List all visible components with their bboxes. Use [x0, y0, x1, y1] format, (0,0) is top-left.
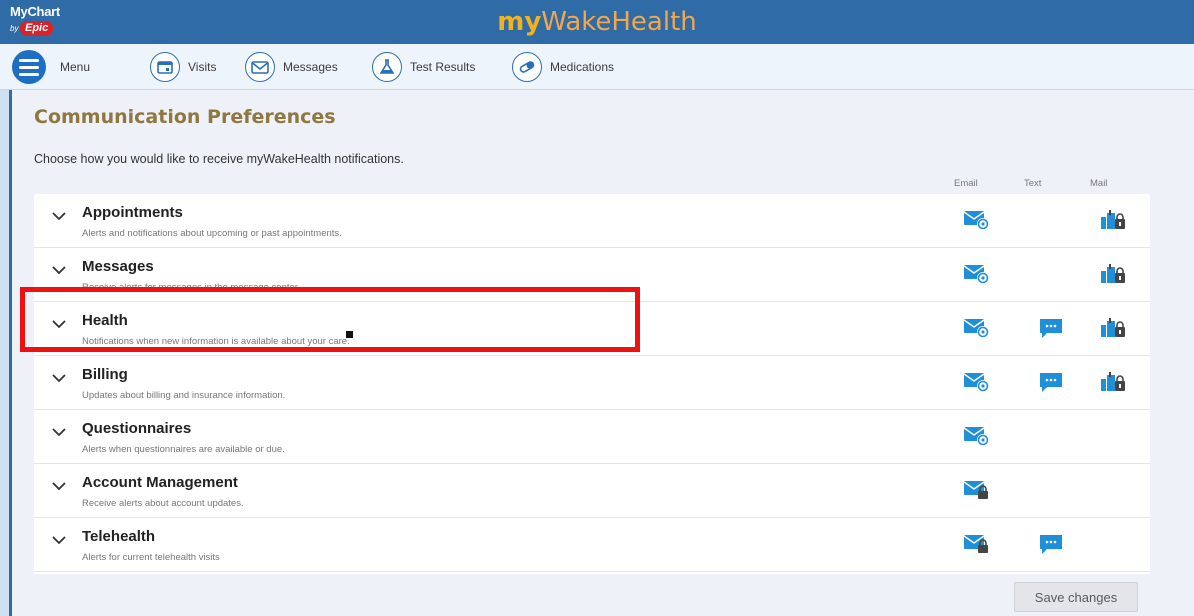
left-accent-line: [9, 90, 12, 616]
mail-lock-icon[interactable]: [1100, 209, 1126, 235]
mail-lock-icon[interactable]: [1100, 317, 1126, 343]
row-title: Billing: [82, 366, 128, 383]
brand-part-wakehealth: WakeHealth: [541, 7, 697, 37]
preference-row-account-management[interactable]: Account Management Receive alerts about a…: [34, 464, 1150, 518]
flask-icon: [372, 52, 402, 82]
pill-icon: [512, 52, 542, 82]
email-at-icon[interactable]: [963, 209, 990, 235]
cursor-marker: [346, 331, 353, 338]
email-lock-icon[interactable]: [963, 533, 990, 559]
intro-text: Choose how you would like to receive myW…: [34, 152, 404, 166]
email-at-icon[interactable]: [963, 371, 990, 397]
mail-lock-icon[interactable]: [1100, 371, 1126, 397]
chevron-down-icon[interactable]: [52, 262, 66, 275]
row-description: Updates about billing and insurance info…: [82, 390, 286, 401]
row-description: Receive alerts about account updates.: [82, 498, 244, 509]
nav-messages-label: Messages: [283, 60, 338, 74]
nav-messages[interactable]: Messages: [245, 50, 338, 84]
calendar-icon: [150, 52, 180, 82]
envelope-icon: [245, 52, 275, 82]
row-description: Alerts when questionnaires are available…: [82, 444, 285, 455]
text-bubble-icon[interactable]: [1038, 371, 1064, 397]
nav-visits[interactable]: Visits: [150, 50, 216, 84]
nav-visits-label: Visits: [188, 60, 217, 74]
nav-test-results[interactable]: Test Results: [372, 50, 475, 84]
menu-button[interactable]: Menu: [12, 50, 90, 84]
chevron-down-icon[interactable]: [52, 424, 66, 437]
chevron-down-icon[interactable]: [52, 532, 66, 545]
row-title: Questionnaires: [82, 420, 192, 437]
brand-part-my: my: [497, 7, 542, 37]
column-header-text: Text: [1024, 178, 1042, 189]
column-header-mail: Mail: [1090, 178, 1108, 189]
menu-label: Menu: [60, 60, 91, 74]
nav-medications[interactable]: Medications: [512, 50, 614, 84]
email-lock-icon[interactable]: [963, 479, 990, 505]
row-title: Messages: [82, 258, 154, 275]
chevron-down-icon[interactable]: [52, 208, 66, 221]
save-changes-button[interactable]: Save changes: [1014, 582, 1138, 612]
text-bubble-icon[interactable]: [1038, 533, 1064, 559]
nav-bar: Menu Visits Messages Test Results Medica…: [0, 44, 1194, 90]
email-at-icon[interactable]: [963, 263, 990, 289]
row-description: Alerts and notifications about upcoming …: [82, 228, 342, 239]
nav-test-results-label: Test Results: [410, 60, 476, 74]
preference-row-billing[interactable]: Billing Updates about billing and insuran…: [34, 356, 1150, 410]
text-bubble-icon[interactable]: [1038, 317, 1064, 343]
email-at-icon[interactable]: [963, 317, 990, 343]
highlight-box: [20, 287, 640, 352]
preference-row-questionnaires[interactable]: Questionnaires Alerts when questionnaires…: [34, 410, 1150, 464]
email-at-icon[interactable]: [963, 425, 990, 451]
page-title: Communication Preferences: [34, 106, 336, 128]
column-header-email: Email: [954, 178, 978, 189]
preferences-list: Appointments Alerts and notifications abo…: [34, 194, 1150, 574]
top-header: MyChart by Epic myWakeHealth: [0, 0, 1194, 44]
preference-row-appointments[interactable]: Appointments Alerts and notifications abo…: [34, 194, 1150, 248]
nav-medications-label: Medications: [550, 60, 615, 74]
mail-lock-icon[interactable]: [1100, 263, 1126, 289]
row-title: Account Management: [82, 474, 238, 491]
row-description: Alerts for current telehealth visits: [82, 552, 220, 563]
brand-logo: myWakeHealth: [0, 7, 1194, 37]
chevron-down-icon[interactable]: [52, 478, 66, 491]
preference-row-telehealth[interactable]: Telehealth Alerts for current telehealth …: [34, 518, 1150, 572]
chevron-down-icon[interactable]: [52, 370, 66, 383]
row-title: Telehealth: [82, 528, 156, 545]
hamburger-icon: [12, 50, 46, 84]
main-panel: Communication Preferences Choose how you…: [12, 90, 1194, 616]
row-title: Appointments: [82, 204, 183, 221]
